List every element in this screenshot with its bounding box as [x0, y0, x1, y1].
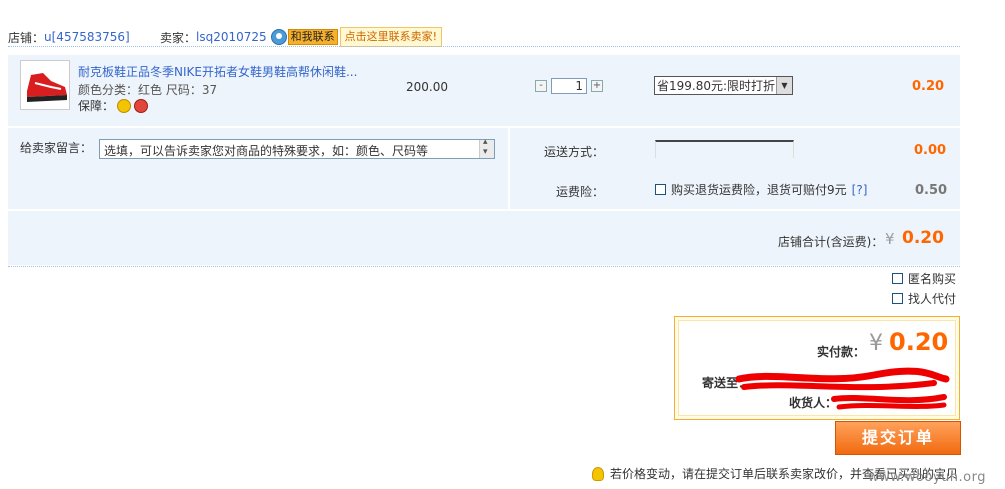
- shipping-method-select[interactable]: [655, 140, 794, 158]
- seller-label: 卖家：: [160, 30, 197, 45]
- payment-summary-inner: 实付款： ¥ 0.20 寄送至： 收货人：: [678, 320, 956, 416]
- guarantee-label: 保障：: [78, 99, 115, 113]
- anonymous-checkbox[interactable]: [892, 273, 903, 284]
- item-thumbnail[interactable]: [20, 60, 70, 110]
- chat-icon[interactable]: [270, 29, 287, 45]
- shop-label: 店铺：: [8, 30, 45, 45]
- payment-label: 实付款：: [817, 345, 866, 359]
- shop-total-label: 店铺合计(含运费)：: [778, 235, 884, 249]
- shop-total-currency: ¥: [885, 230, 895, 248]
- message-input[interactable]: 选填，可以告诉卖家您对商品的特殊要求，如：颜色、尺码等: [99, 139, 495, 159]
- shipping-area: 运送方式： 0.00 运费险： 购买退货运费险，退货可赔付9元 [?] 0.50: [510, 128, 960, 209]
- watermark: www.wooyun.org: [868, 470, 987, 485]
- proxy-pay-label: 找人代付: [908, 292, 957, 306]
- insurance-fee: 0.50: [915, 183, 948, 198]
- contact-seller-tip[interactable]: 点击这里联系卖家!: [339, 27, 443, 47]
- seller-block: 卖家： lsq2010725 和我联系 点击这里联系卖家!: [160, 27, 443, 47]
- insurance-option-label: 购买退货运费险，退货可赔付9元: [671, 183, 847, 197]
- shipping-method-label: 运送方式：: [544, 145, 605, 159]
- item-price: 200.00: [406, 80, 448, 94]
- shop-name-link[interactable]: u[457583756]: [44, 30, 130, 44]
- proxy-pay-option: 找人代付: [892, 290, 956, 307]
- item-title-link[interactable]: 耐克板鞋正品冬季NIKE开拓者女鞋男鞋高帮休闲鞋...: [78, 63, 357, 80]
- contact-seller-button[interactable]: 和我联系: [287, 29, 338, 45]
- payment-summary: 实付款： ¥ 0.20 寄送至： 收货人：: [674, 316, 960, 420]
- anonymous-option: 匿名购买: [892, 270, 956, 287]
- quantity-input[interactable]: 1: [551, 78, 587, 94]
- item-guarantee: 保障：: [78, 97, 149, 114]
- order-item-row: 耐克板鞋正品冬季NIKE开拓者女鞋男鞋高帮休闲鞋... 颜色分类：红色 尺码：3…: [8, 55, 960, 126]
- message-area: 给卖家留言： 选填，可以告诉卖家您对商品的特殊要求，如：颜色、尺码等: [8, 128, 508, 209]
- insurance-checkbox[interactable]: [655, 184, 666, 195]
- shop-line: 店铺： u[457583756]: [8, 28, 130, 46]
- insurance-label: 运费险：: [556, 185, 605, 199]
- shop-total-row: 店铺合计(含运费)： ¥ 0.20: [8, 211, 960, 265]
- guarantee-icon[interactable]: [117, 98, 132, 113]
- shipping-fee: 0.00: [914, 143, 947, 158]
- redaction-scribble: [735, 367, 950, 410]
- proxy-pay-checkbox[interactable]: [892, 293, 903, 304]
- quantity-plus-button[interactable]: +: [591, 80, 603, 92]
- quantity-stepper: - 1 +: [535, 78, 603, 94]
- insurance-option: 购买退货运费险，退货可赔付9元 [?]: [655, 181, 867, 198]
- insurance-help-link[interactable]: [?]: [852, 183, 868, 197]
- divider: [8, 266, 960, 267]
- divider: [8, 46, 960, 47]
- payment-value: 0.20: [889, 328, 949, 356]
- payment-currency: ¥: [869, 331, 883, 356]
- item-subtotal: 0.20: [912, 79, 945, 94]
- item-sku: 颜色分类：红色 尺码：37: [78, 83, 218, 97]
- anonymous-label: 匿名购买: [908, 272, 957, 286]
- submit-order-button[interactable]: 提交订单: [835, 421, 961, 455]
- guarantee-icon[interactable]: [134, 98, 149, 113]
- message-scrollbar[interactable]: [479, 137, 494, 158]
- seller-name-link[interactable]: lsq2010725: [196, 30, 267, 44]
- message-label: 给卖家留言：: [20, 141, 93, 155]
- promotion-select[interactable]: 省199.80元:限时打折 ▼: [654, 76, 793, 95]
- quantity-minus-button[interactable]: -: [535, 80, 547, 92]
- promotion-value: 省199.80元:限时打折: [657, 79, 776, 93]
- chevron-down-icon[interactable]: ▼: [776, 77, 792, 94]
- lightbulb-icon: [592, 466, 604, 481]
- sneaker-image: [21, 61, 69, 109]
- shop-total-value: 0.20: [902, 228, 944, 248]
